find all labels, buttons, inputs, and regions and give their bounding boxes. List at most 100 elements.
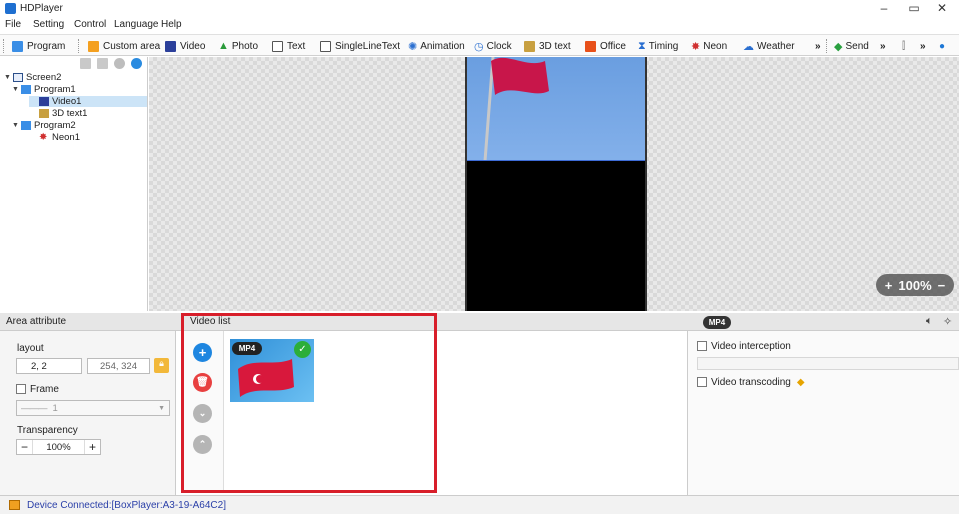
toolbar-grip[interactable] — [3, 39, 5, 53]
maximize-button[interactable]: ▭ — [902, 1, 926, 17]
move-down-icon[interactable] — [131, 58, 142, 69]
status-bar: Device Connected:[BoxPlayer:A3-19-A64C2] — [0, 495, 959, 514]
paste-icon[interactable] — [97, 58, 108, 69]
tree-node-3d-text1[interactable]: 3D text1 — [39, 108, 87, 119]
position-field[interactable]: 2, 2 — [16, 358, 82, 374]
weather-icon: ☁ — [743, 40, 754, 53]
office-button[interactable]: Office — [585, 38, 626, 54]
chevron-down-icon: ▼ — [158, 404, 165, 412]
program-tree-panel: ✕ ▼ Screen2 ▼ Program1 Video1 3D text1 ▼ Pr… — [0, 57, 158, 311]
weather-button[interactable]: ☁ Weather — [743, 38, 795, 54]
minimize-button[interactable]: – — [872, 1, 896, 17]
video-area-preview[interactable] — [467, 57, 645, 161]
interception-range-bar[interactable] — [697, 357, 959, 370]
zoom-level: 100% — [898, 277, 932, 293]
close-button[interactable]: ✕ — [930, 1, 954, 17]
video-list-highlight — [181, 313, 437, 493]
custom-area-icon — [88, 40, 99, 52]
flag-image — [483, 57, 549, 160]
video-interception-option[interactable]: Video interception — [697, 341, 791, 352]
3d-text-button[interactable]: 3D text — [524, 38, 571, 54]
3d-text-icon — [39, 109, 49, 118]
size-field[interactable]: 254, 324 — [87, 358, 150, 374]
brightness-icon[interactable]: ⫿ — [902, 38, 905, 54]
frame-checkbox[interactable]: Frame — [16, 384, 59, 395]
lock-icon[interactable]: 🔒︎ — [154, 358, 169, 373]
clock-label: Clock — [486, 40, 512, 52]
animation-button[interactable]: ✺ Animation — [408, 38, 465, 54]
toolbar-overflow-button-3[interactable]: » — [920, 38, 926, 54]
zoom-in-button[interactable]: + — [885, 278, 893, 293]
frame-checkbox-box[interactable] — [16, 384, 26, 395]
video-button[interactable]: Video — [165, 38, 205, 54]
program-button[interactable]: Program — [12, 38, 65, 54]
hourglass-icon: ⧗ — [638, 39, 646, 52]
volume-icon[interactable]: 🔈︎ — [926, 315, 933, 328]
office-icon — [585, 40, 596, 52]
frame-line-style: ——— — [21, 402, 47, 414]
clock-button[interactable]: ◷ Clock — [474, 38, 512, 54]
device-icon — [9, 500, 20, 510]
video-properties-panel: Video interception Video transcoding ◆ — [687, 331, 959, 495]
single-line-text-button[interactable]: SingleLineText — [320, 38, 400, 54]
menu-setting[interactable]: Setting — [33, 19, 64, 30]
text-icon — [272, 40, 283, 52]
video-interception-label: Video interception — [711, 341, 791, 352]
video-icon — [39, 97, 49, 106]
toolbar-overflow-button[interactable]: » — [815, 38, 821, 54]
video-interception-checkbox[interactable] — [697, 341, 707, 352]
expand-arrow-icon[interactable]: ▼ — [4, 74, 13, 81]
toolbar-overflow-button-2[interactable]: » — [880, 38, 886, 54]
copy-icon[interactable] — [80, 58, 91, 69]
led-screen-preview[interactable] — [465, 57, 647, 311]
expand-arrow-icon[interactable]: ▼ — [12, 122, 21, 129]
zoom-out-button[interactable]: − — [938, 278, 946, 293]
expand-arrow-icon[interactable]: ▼ — [12, 86, 21, 93]
frame-select-value: 1 — [52, 402, 58, 414]
send-label: Send — [845, 40, 869, 52]
move-up-icon[interactable] — [114, 58, 125, 69]
menu-control[interactable]: Control — [74, 19, 106, 30]
frame-select[interactable]: ——— 1 ▼ — [16, 400, 170, 416]
settings-icon[interactable]: ✧ — [943, 315, 952, 328]
custom-area-label: Custom area — [103, 40, 161, 52]
transparency-label: Transparency — [17, 425, 78, 436]
menu-file[interactable]: File — [5, 19, 21, 30]
send-button[interactable]: ◆ Send — [834, 38, 869, 54]
transparency-stepper[interactable]: − 100% + — [16, 439, 101, 455]
tree-node-screen[interactable]: ▼ Screen2 — [4, 72, 61, 83]
title-bar: HDPlayer – ▭ ✕ — [0, 0, 959, 18]
photo-button[interactable]: ▲ Photo — [218, 38, 258, 54]
warning-icon: ◆ — [796, 377, 805, 388]
single-line-text-label: SingleLineText — [335, 40, 401, 52]
transparency-value[interactable]: 100% — [33, 442, 84, 453]
tree-node-video1[interactable]: Video1 — [29, 96, 147, 107]
tree-node-label: Screen2 — [26, 72, 62, 83]
text-button[interactable]: Text — [272, 38, 305, 54]
video-transcoding-label: Video transcoding — [711, 377, 791, 388]
tree-node-neon1[interactable]: ✸ Neon1 — [39, 132, 80, 143]
position-value: 2, 2 — [31, 360, 47, 372]
device-status-text[interactable]: Device Connected:[BoxPlayer:A3-19-A64C2] — [27, 500, 226, 511]
video-transcoding-option[interactable]: Video transcoding ◆ — [697, 377, 805, 388]
tree-node-program2[interactable]: ▼ Program2 — [12, 120, 76, 131]
toolbar-grip[interactable] — [78, 39, 80, 53]
toolbar-grip[interactable] — [826, 39, 828, 53]
zoom-control: + 100% − — [876, 274, 954, 296]
timing-label: Timing — [648, 40, 679, 52]
custom-area-button[interactable]: Custom area — [88, 38, 160, 54]
tree-node-program1[interactable]: ▼ Program1 — [12, 84, 76, 95]
neon-button[interactable]: ✸ Neon — [691, 38, 727, 54]
video-transcoding-checkbox[interactable] — [697, 377, 707, 388]
menu-language[interactable]: Language — [114, 19, 159, 30]
neon-label: Neon — [703, 40, 728, 52]
timing-button[interactable]: ⧗ Timing — [638, 38, 678, 54]
area-attribute-panel: layout 2, 2 254, 324 🔒︎ Frame ——— 1 ▼ Tra… — [0, 331, 176, 495]
menu-help[interactable]: Help — [161, 19, 182, 30]
neon-icon: ✸ — [39, 132, 48, 143]
tree-node-label: Program1 — [34, 84, 76, 95]
transparency-increase-button[interactable]: + — [84, 440, 100, 454]
transparency-decrease-button[interactable]: − — [17, 440, 33, 454]
play-icon[interactable]: ● — [939, 38, 945, 54]
tree-node-label: 3D text1 — [52, 108, 88, 119]
